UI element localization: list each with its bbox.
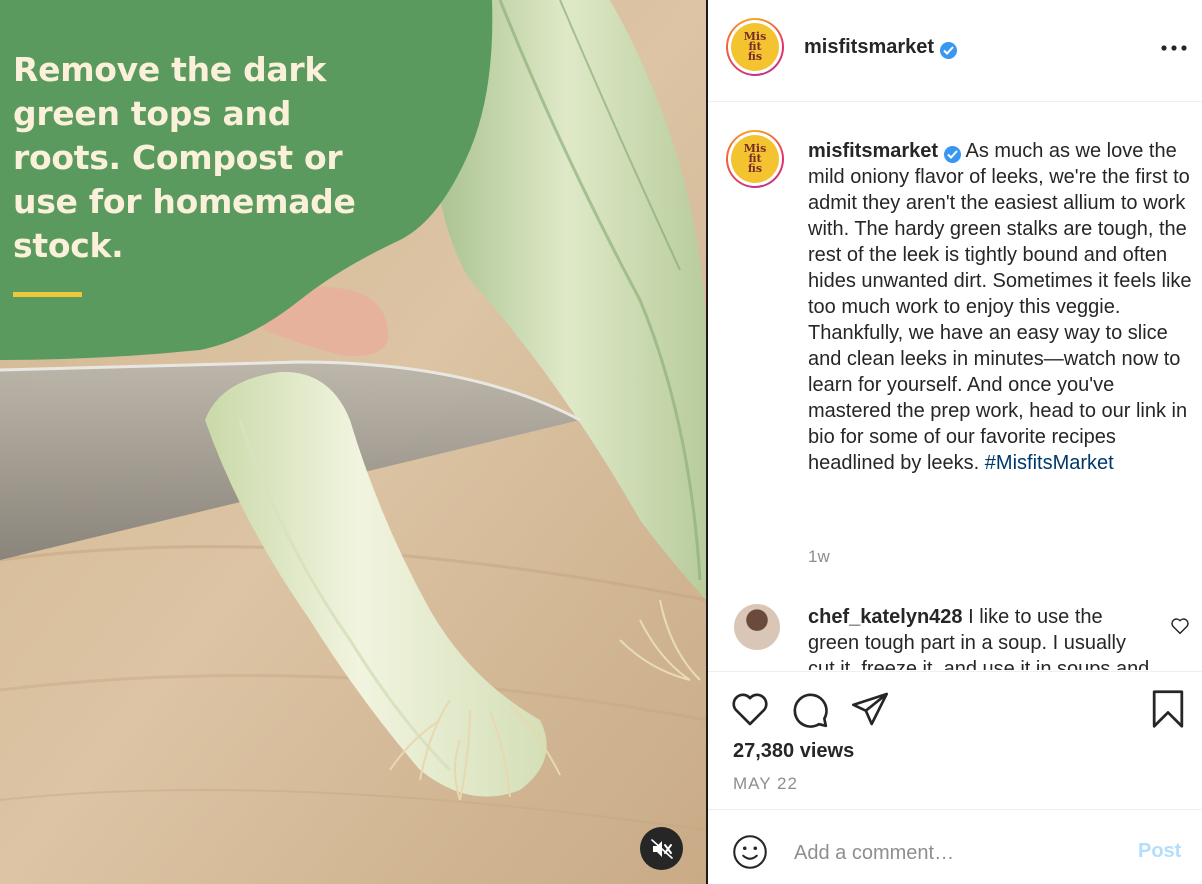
comments-divider <box>708 671 1202 672</box>
misfits-logo: Mis fit fis <box>731 135 779 183</box>
emoji-picker-button[interactable] <box>732 834 768 875</box>
profile-avatar[interactable]: Mis fit fis <box>726 18 784 76</box>
caption-age[interactable]: 1w <box>808 547 830 567</box>
video-caption-overlay: Remove the dark green tops and roots. Co… <box>13 50 356 265</box>
heart-outline-icon <box>1171 618 1189 635</box>
header-divider <box>708 101 1202 102</box>
comment-like-button[interactable] <box>1170 617 1190 640</box>
header-username[interactable]: misfitsmarket <box>804 36 958 59</box>
share-icon <box>852 692 888 726</box>
post-caption: misfitsmarket As much as we love the mil… <box>808 138 1193 476</box>
caption-text: As much as we love the mild oniony flavo… <box>808 140 1192 474</box>
action-bar <box>708 690 1202 734</box>
save-button[interactable] <box>1150 690 1186 733</box>
more-options-icon <box>1161 45 1187 51</box>
post-comment-button[interactable]: Post <box>1138 840 1181 863</box>
comments-list[interactable]: chef_katelyn428 I like to use the green … <box>708 600 1202 670</box>
comment-icon <box>793 693 828 728</box>
verified-badge-icon <box>940 42 958 59</box>
speaker-muted-icon <box>650 838 673 859</box>
caption-avatar[interactable]: Mis fit fis <box>726 130 784 188</box>
add-comment-divider <box>708 809 1202 810</box>
post-video[interactable]: Remove the dark green tops and roots. Co… <box>0 0 706 884</box>
comment-input[interactable] <box>792 834 1126 872</box>
comment-button[interactable] <box>790 690 830 735</box>
comment-username[interactable]: chef_katelyn428 <box>808 606 963 628</box>
bookmark-icon <box>1152 690 1184 728</box>
accent-bar <box>13 292 82 297</box>
like-button[interactable] <box>730 690 770 733</box>
share-button[interactable] <box>850 690 890 733</box>
caption-username[interactable]: misfitsmarket <box>808 140 938 162</box>
commenter-avatar[interactable] <box>734 604 780 650</box>
post-details-panel: Mis fit fis misfitsmarket Mis fit fis misfit… <box>708 0 1202 884</box>
hashtag-link[interactable]: #MisfitsMarket <box>985 452 1114 474</box>
emoji-icon <box>733 835 767 869</box>
mute-toggle-button[interactable] <box>640 827 683 870</box>
header-username-text[interactable]: misfitsmarket <box>804 36 934 58</box>
post-date[interactable]: MAY 22 <box>733 774 798 794</box>
heart-outline-icon <box>732 693 768 726</box>
more-options-button[interactable] <box>1160 36 1188 60</box>
view-count[interactable]: 27,380 views <box>733 740 854 763</box>
verified-badge-icon <box>944 146 962 163</box>
misfits-logo: Mis fit fis <box>731 23 779 71</box>
comment-item: chef_katelyn428 I like to use the green … <box>808 604 1158 670</box>
